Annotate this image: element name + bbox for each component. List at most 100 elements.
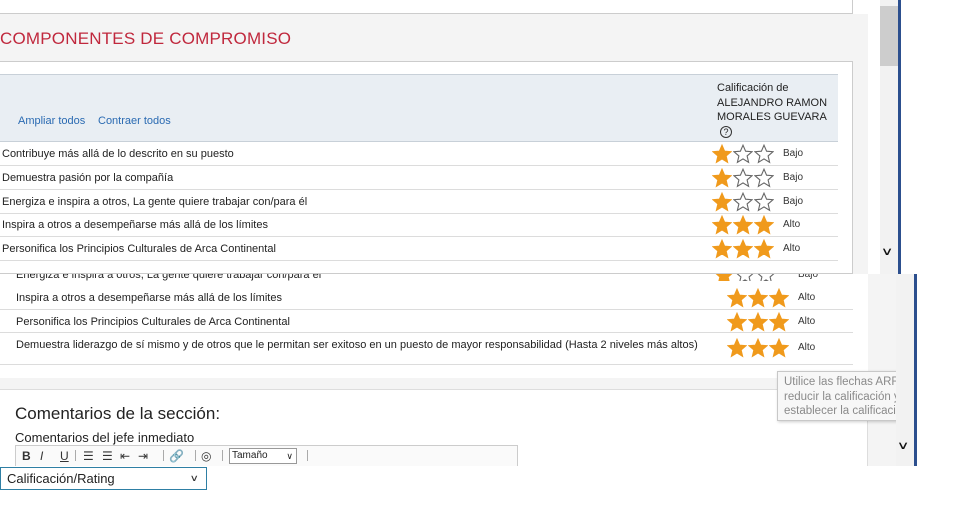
star-rating[interactable] — [714, 274, 776, 281]
toolbar-separator — [195, 450, 196, 461]
star-filled-icon[interactable] — [748, 312, 768, 332]
toolbar-separator — [222, 450, 223, 461]
lower-panel: Energiza e inspira a otros, La gente qui… — [0, 274, 916, 466]
font-size-label: Tamaño — [232, 450, 268, 461]
star-filled-icon[interactable] — [727, 338, 747, 358]
rating-level-label: Alto — [798, 316, 816, 327]
rating-level-label: Bajo — [798, 274, 819, 280]
competency-label: Demuestra pasión por la compañía — [2, 172, 174, 184]
star-filled-icon[interactable] — [769, 338, 789, 358]
star-filled-icon[interactable] — [733, 215, 753, 235]
star-filled-icon[interactable] — [748, 288, 768, 308]
toolbar-separator — [307, 450, 308, 461]
star-filled-icon[interactable] — [712, 192, 732, 212]
editor-toolbar: B I U ☰ ☰ ⇤ ⇥ 🔗 ◎ Tamaño ∨ — [15, 445, 518, 466]
table-row: Personifica los Principios Culturales de… — [0, 237, 838, 261]
expand-all-link[interactable]: Ampliar todos — [18, 115, 85, 127]
rating-level-label: Alto — [798, 292, 816, 303]
table-row: Inspira a otros a desempeñarse más allá … — [0, 286, 853, 310]
star-filled-icon[interactable] — [727, 288, 747, 308]
link-icon[interactable]: 🔗 — [169, 449, 184, 463]
competency-label: Personifica los Principios Culturales de… — [16, 316, 290, 328]
competency-label: Energiza e inspira a otros, La gente qui… — [16, 274, 322, 281]
scrollbar-thumb[interactable] — [880, 6, 898, 66]
collapse-all-link[interactable]: Contraer todos — [98, 115, 171, 127]
competency-table: Ampliar todos Contraer todos Calificació… — [0, 61, 853, 274]
table-row: Inspira a otros a desempeñarse más allá … — [0, 213, 838, 237]
star-rating[interactable] — [712, 192, 774, 212]
star-filled-icon[interactable] — [727, 312, 747, 332]
star-filled-icon[interactable] — [769, 288, 789, 308]
comments-subtitle: Comentarios del jefe inmediato — [15, 430, 195, 445]
table-header: Ampliar todos Contraer todos Calificació… — [0, 74, 838, 142]
rating-level-label: Alto — [798, 342, 816, 353]
rating-level-label: Bajo — [783, 172, 804, 183]
star-rating[interactable] — [712, 215, 774, 235]
star-empty-icon[interactable] — [733, 168, 753, 188]
rating-level-label: Bajo — [783, 148, 804, 159]
star-filled-icon[interactable] — [748, 338, 768, 358]
star-filled-icon[interactable] — [754, 239, 774, 259]
rating-level-label: Alto — [783, 243, 801, 254]
star-empty-icon[interactable] — [756, 274, 776, 281]
star-empty-icon[interactable] — [733, 192, 753, 212]
star-empty-icon[interactable] — [754, 192, 774, 212]
rating-select-value: Calificación/Rating — [7, 471, 115, 486]
bullet-list-icon[interactable]: ☰ — [102, 449, 113, 463]
color-palette-icon[interactable]: ◎ — [201, 449, 211, 463]
comments-title: Comentarios de la sección: — [15, 404, 221, 423]
underline-button[interactable]: U — [60, 449, 69, 463]
chevron-down-icon[interactable]: ∨ — [897, 439, 910, 452]
star-filled-icon[interactable] — [712, 168, 732, 188]
star-rating[interactable] — [727, 338, 789, 358]
star-empty-icon[interactable] — [735, 274, 755, 281]
star-empty-icon[interactable] — [754, 168, 774, 188]
rating-header-line: MORALES GUEVARA — [717, 111, 827, 123]
rating-level-label: Alto — [783, 219, 801, 230]
table-row: Demuestra liderazgo de sí mismo y de otr… — [0, 333, 853, 365]
comments-section: Comentarios de la sección: Comentarios d… — [0, 389, 868, 466]
competency-label: Inspira a otros a desempeñarse más allá … — [16, 292, 282, 304]
star-filled-icon[interactable] — [712, 215, 732, 235]
star-filled-icon[interactable] — [733, 239, 753, 259]
rating-level-label: Bajo — [783, 196, 804, 207]
star-filled-icon[interactable] — [712, 144, 732, 164]
competency-label: Demuestra liderazgo de sí mismo y de otr… — [16, 339, 698, 351]
table-row: Demuestra pasión por la compañía Bajo — [0, 166, 838, 190]
outdent-icon[interactable]: ⇤ — [120, 449, 130, 463]
chevron-down-icon: ∨ — [286, 451, 293, 461]
star-empty-icon[interactable] — [733, 144, 753, 164]
star-filled-icon[interactable] — [714, 274, 734, 281]
star-filled-icon[interactable] — [769, 312, 789, 332]
window-edge — [914, 274, 917, 466]
rating-select[interactable]: Calificación/Rating ∨ — [0, 467, 207, 490]
rating-header-line: Calificación de — [717, 82, 789, 94]
bold-button[interactable]: B — [22, 449, 31, 463]
numbered-list-icon[interactable]: ☰ — [83, 449, 94, 463]
toolbar-separator — [163, 450, 164, 461]
star-rating[interactable] — [727, 312, 789, 332]
italic-button[interactable]: I — [40, 449, 43, 463]
table-row: Energiza e inspira a otros, La gente qui… — [0, 190, 838, 214]
star-rating[interactable] — [712, 239, 774, 259]
rating-column-header: Calificación de ALEJANDRO RAMON MORALES … — [717, 81, 835, 139]
star-rating[interactable] — [727, 288, 789, 308]
top-panel-edge — [0, 0, 853, 14]
scrollbar-bottom[interactable]: ∨ — [896, 274, 914, 466]
table-row-partial: Energiza e inspira a otros, La gente qui… — [0, 274, 853, 281]
indent-icon[interactable]: ⇥ — [138, 449, 148, 463]
font-size-select[interactable]: Tamaño ∨ — [229, 448, 297, 464]
window-edge — [898, 0, 901, 274]
table-row: Contribuye más allá de lo descrito en su… — [0, 142, 838, 166]
star-rating[interactable] — [712, 168, 774, 188]
help-icon[interactable]: ? — [720, 125, 732, 138]
chevron-down-icon[interactable]: ∨ — [881, 245, 894, 258]
star-empty-icon[interactable] — [754, 144, 774, 164]
toolbar-separator — [75, 450, 76, 461]
star-rating[interactable] — [712, 144, 774, 164]
scrollbar-top[interactable]: ∨ — [880, 0, 898, 274]
star-filled-icon[interactable] — [712, 239, 732, 259]
star-filled-icon[interactable] — [754, 215, 774, 235]
competency-label: Personifica los Principios Culturales de… — [2, 243, 276, 255]
competency-label: Energiza e inspira a otros, La gente qui… — [2, 196, 308, 208]
